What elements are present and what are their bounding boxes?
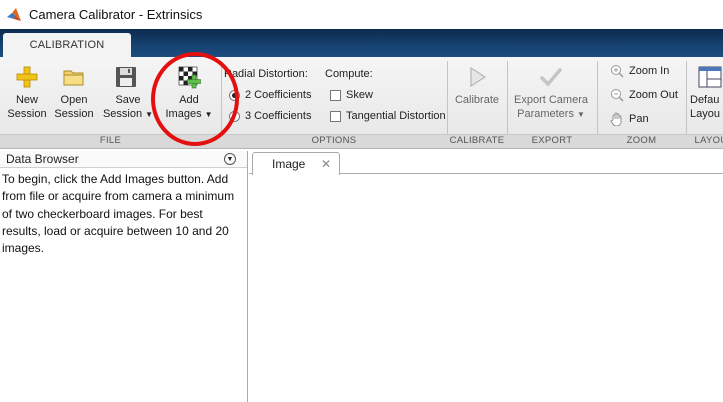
tab-calibration[interactable]: CALIBRATION	[3, 33, 131, 57]
zoom-out-icon	[611, 89, 624, 102]
data-browser-title: Data Browser	[6, 152, 79, 166]
data-browser-header: Data Browser ▼	[0, 151, 247, 168]
export-camera-parameters-button[interactable]: Export Camera Parameters ▼	[511, 59, 591, 122]
save-session-label-1: Save	[115, 94, 141, 106]
open-session-button[interactable]: Open Session	[52, 59, 96, 121]
new-session-label-1: New	[15, 94, 38, 106]
skew-checkbox[interactable]: Skew	[330, 89, 373, 101]
zoom-in-icon	[611, 65, 624, 78]
image-tab-strip: Image ✕	[249, 151, 723, 175]
new-session-label-2: Session	[7, 108, 47, 120]
ribbon-tab-strip: CALIBRATION	[0, 29, 723, 57]
plus-icon	[16, 66, 38, 88]
new-session-button[interactable]: New Session	[4, 59, 50, 121]
checkmark-icon	[540, 68, 562, 87]
tangential-checkbox[interactable]: Tangential Distortion	[330, 110, 446, 122]
layout-grid-icon	[698, 66, 722, 88]
floppy-disk-icon	[116, 67, 136, 87]
data-browser-panel: Data Browser ▼ To begin, click the Add I…	[0, 151, 248, 402]
section-label-zoom: ZOOM	[626, 135, 657, 146]
section-label-options: OPTIONS	[311, 135, 357, 146]
close-icon[interactable]: ✕	[321, 157, 331, 171]
window-title: Camera Calibrator - Extrinsics	[29, 7, 203, 22]
export-label-1: Export Camera	[514, 94, 588, 106]
pan-button[interactable]: Pan	[610, 112, 649, 126]
coeff3-radio[interactable]: 3 Coefficients	[229, 110, 311, 122]
highlight-circle-annotation	[151, 52, 239, 146]
panel-menu-icon[interactable]: ▼	[224, 153, 236, 165]
image-panel: Image ✕	[249, 151, 723, 402]
checkbox-icon[interactable]	[330, 110, 341, 122]
pan-label: Pan	[629, 113, 649, 125]
folder-icon	[63, 70, 84, 86]
zoom-in-button[interactable]: Zoom In	[610, 64, 669, 78]
checkbox-icon[interactable]	[330, 89, 341, 101]
default-layout-label-2: Layou	[690, 108, 720, 120]
save-session-button[interactable]: Save Session ▼	[100, 59, 156, 122]
calibrate-label: Calibrate	[454, 94, 500, 106]
compute-label: Compute:	[325, 68, 373, 80]
tangential-label: Tangential Distortion	[346, 110, 446, 122]
open-session-label-2: Session	[54, 108, 94, 120]
save-session-label-2: Session	[102, 108, 143, 120]
default-layout-label-1: Defau	[690, 94, 720, 106]
open-session-label-1: Open	[60, 94, 88, 106]
ribbon: New Session Open Session Save Session▼	[0, 57, 723, 149]
coeff3-label: 3 Coefficients	[245, 110, 312, 122]
section-label-calibrate: CALIBRATE	[449, 135, 505, 146]
matlab-logo-icon	[7, 7, 21, 21]
tab-image[interactable]: Image ✕	[252, 152, 340, 175]
coeff2-label: 2 Coefficients	[245, 89, 312, 101]
hand-icon	[610, 112, 622, 126]
data-browser-instructions: To begin, click the Add Images button. A…	[2, 172, 235, 256]
skew-label: Skew	[346, 89, 373, 101]
export-label-2: Parameters	[517, 108, 574, 120]
section-label-layout: LAYOU	[694, 135, 723, 146]
calibrate-button[interactable]: Calibrate	[451, 59, 503, 107]
chevron-down-icon[interactable]: ▼	[577, 110, 585, 119]
zoom-out-label: Zoom Out	[629, 89, 678, 101]
radial-distortion-label: Radial Distortion:	[224, 68, 308, 80]
zoom-out-button[interactable]: Zoom Out	[610, 88, 678, 102]
default-layout-button[interactable]: Defau Layou	[690, 59, 723, 121]
coeff2-radio[interactable]: 2 Coefficients	[229, 89, 311, 101]
image-tab-label: Image	[272, 157, 306, 171]
section-label-export: EXPORT	[531, 135, 573, 146]
title-bar: Camera Calibrator - Extrinsics	[0, 0, 723, 29]
zoom-in-label: Zoom In	[629, 65, 670, 77]
play-icon	[470, 67, 486, 87]
